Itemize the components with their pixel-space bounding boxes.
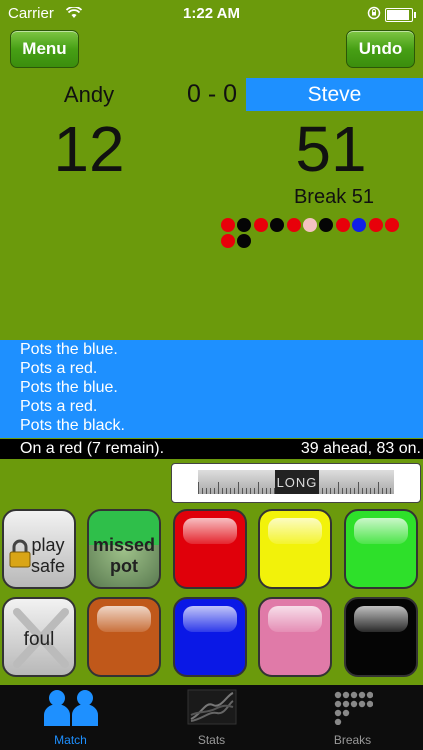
blue-ball-button[interactable] — [173, 597, 247, 677]
foul-label: foul — [23, 629, 55, 650]
tab-breaks-label: Breaks — [333, 733, 372, 747]
app-screen: Carrier 1:22 AM Menu Undo Andy 0 - 0 Ste… — [0, 0, 423, 750]
potted-ball-red — [335, 218, 350, 232]
slider-tick — [362, 488, 363, 494]
potted-ball-pink — [303, 218, 317, 232]
slider-tick — [242, 488, 243, 494]
player-left-score: 12 — [53, 113, 125, 185]
yellow-ball-button[interactable] — [258, 509, 332, 589]
slider-tick — [230, 488, 231, 494]
slider-tick — [198, 482, 199, 494]
slider-tick — [322, 488, 323, 494]
current-break: Break 51 — [293, 186, 375, 208]
players-icon — [43, 689, 99, 732]
log-line: Pots the blue. — [20, 379, 118, 396]
tab-stats-label: Stats — [197, 733, 226, 747]
slider-tick — [350, 488, 351, 494]
commentary-log: Pots the blue. Pots a red. Pots the blue… — [0, 340, 423, 438]
pink-ball-button[interactable] — [258, 597, 332, 677]
menu-button[interactable]: Menu — [10, 30, 79, 68]
potted-ball-black — [237, 234, 252, 248]
player-right-score: 51 — [295, 113, 367, 185]
slider-tick — [366, 488, 367, 494]
brown-ball-button[interactable] — [87, 597, 161, 677]
slider-tick — [238, 482, 239, 494]
slider-tick — [250, 488, 251, 494]
balls-remaining-text: On a red (7 remain). — [20, 440, 165, 457]
slider-tick — [210, 488, 211, 494]
play-safe-button[interactable]: play safe — [2, 509, 76, 589]
tab-match-label: Match — [54, 733, 87, 747]
potted-ball-red — [221, 234, 235, 248]
player-left-name: Andy — [63, 82, 115, 107]
frame-score: 0 - 0 — [186, 80, 238, 108]
orientation-lock-icon — [367, 6, 381, 24]
slider-tick — [386, 488, 387, 494]
slider-tick — [334, 488, 335, 494]
tab-breaks[interactable]: Breaks — [282, 685, 423, 750]
slider-tick — [218, 482, 219, 494]
tab-match[interactable]: Match — [0, 685, 141, 750]
slider-tick — [266, 488, 267, 494]
breaks-dots-icon — [333, 689, 373, 730]
frame-status-bar: On a red (7 remain). 39 ahead, 83 on. — [0, 439, 423, 459]
slider-tick — [270, 488, 271, 494]
tab-bar: Match Stats Breaks — [0, 685, 423, 750]
slider-tick — [234, 488, 235, 494]
missed-pot-label: missed pot — [92, 535, 156, 576]
status-bar: Carrier 1:22 AM — [0, 0, 423, 28]
slider-tick — [342, 488, 343, 494]
slider-tick — [382, 488, 383, 494]
undo-button[interactable]: Undo — [346, 30, 415, 68]
log-line: Pots the black. — [20, 417, 125, 434]
clock: 1:22 AM — [183, 5, 240, 22]
slider-tick — [374, 488, 375, 494]
missed-pot-button[interactable]: missed pot — [87, 509, 161, 589]
slider-tick — [378, 482, 379, 494]
log-line: Pots the blue. — [20, 341, 118, 358]
foul-button[interactable]: foul — [2, 597, 76, 677]
slider-tick — [214, 488, 215, 494]
slider-tick — [354, 488, 355, 494]
slider-tick — [262, 488, 263, 494]
slider-tick — [222, 488, 223, 494]
slider-tick — [390, 488, 391, 494]
slider-tick — [330, 488, 331, 494]
potted-ball-black — [237, 218, 252, 232]
slider-knob[interactable]: LONG — [275, 470, 319, 494]
potted-ball-red — [221, 218, 235, 232]
log-line: Pots a red. — [20, 398, 98, 415]
potted-ball-red — [253, 218, 268, 232]
slider-tick — [254, 488, 255, 494]
lead-text: 39 ahead, 83 on. — [300, 440, 421, 457]
slider-tick — [202, 488, 203, 494]
slider-tick — [338, 482, 339, 494]
play-safe-label: play safe — [30, 535, 66, 576]
slider-tick — [358, 482, 359, 494]
slider-tick — [206, 488, 207, 494]
shot-length-slider[interactable]: LONG — [171, 463, 421, 503]
log-line: Pots a red. — [20, 360, 98, 377]
player-right-name: Steve — [246, 78, 423, 111]
red-ball-button[interactable] — [173, 509, 247, 589]
potted-ball-black — [270, 218, 285, 232]
black-ball-button[interactable] — [344, 597, 418, 677]
tab-stats[interactable]: Stats — [141, 685, 282, 750]
potted-ball-black — [319, 218, 334, 232]
slider-tick — [326, 488, 327, 494]
slider-tick — [226, 488, 227, 494]
green-ball-button[interactable] — [344, 509, 418, 589]
slider-tick — [246, 488, 247, 494]
stats-graph-icon — [187, 689, 237, 730]
slider-tick — [258, 482, 259, 494]
potted-ball-blue — [352, 218, 367, 232]
slider-tick — [370, 488, 371, 494]
potted-ball-red — [368, 218, 383, 232]
battery-icon — [385, 8, 416, 22]
potted-ball-red — [286, 218, 301, 232]
slider-tick — [346, 488, 347, 494]
potted-ball-red — [385, 218, 399, 232]
